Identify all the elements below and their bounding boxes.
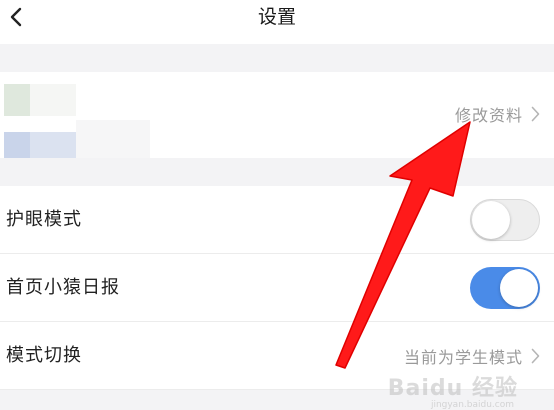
back-button[interactable] bbox=[0, 0, 32, 34]
edit-profile-label: 修改资料 bbox=[454, 106, 523, 125]
avatar-blur-tile bbox=[30, 84, 76, 116]
mode-switch-current: 当前为学生模式 bbox=[403, 348, 523, 367]
setting-row-eye-care: 护眼模式 bbox=[0, 186, 554, 254]
toggle-knob bbox=[472, 201, 510, 239]
homepage-daily-toggle[interactable] bbox=[470, 267, 540, 309]
section-divider bbox=[0, 44, 554, 72]
homepage-daily-label: 首页小猿日报 bbox=[6, 277, 120, 298]
toggle-knob bbox=[500, 269, 538, 307]
avatar-blur-tile bbox=[4, 84, 30, 116]
section-divider bbox=[0, 158, 554, 186]
avatar bbox=[4, 84, 76, 170]
eye-care-label: 护眼模式 bbox=[6, 209, 82, 230]
page-title: 设置 bbox=[257, 6, 296, 28]
watermark: Baidu 经验 bbox=[387, 376, 518, 401]
setting-row-homepage-daily: 首页小猿日报 bbox=[0, 254, 554, 322]
chevron-right-icon bbox=[531, 106, 540, 122]
profile-card[interactable]: 修改资料 bbox=[0, 72, 554, 170]
edit-profile-link[interactable]: 修改资料 bbox=[455, 102, 540, 126]
header-bar: 设置 bbox=[0, 0, 554, 44]
chevron-left-icon bbox=[10, 7, 22, 27]
eye-care-toggle[interactable] bbox=[470, 199, 540, 241]
watermark-sub: jingyan.baidu.com bbox=[430, 400, 514, 410]
mode-switch-label: 模式切换 bbox=[6, 345, 82, 366]
username-blur bbox=[76, 120, 150, 158]
chevron-right-icon bbox=[531, 348, 540, 364]
